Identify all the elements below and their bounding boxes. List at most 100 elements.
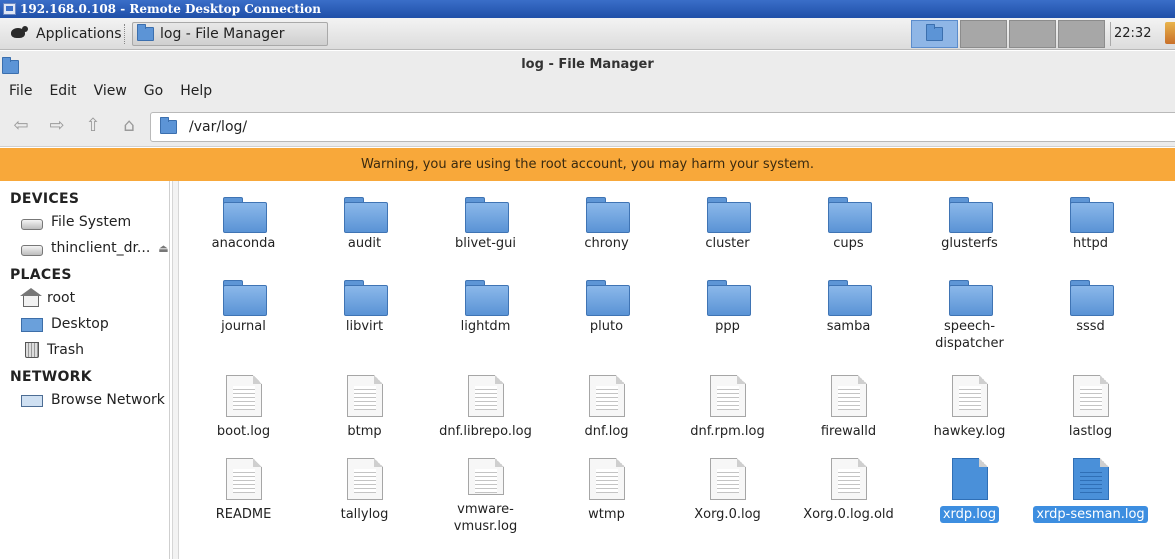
- sidebar: DEVICES File System thinclient_dr... ⏏ P…: [0, 181, 170, 559]
- sidebar-item-trash[interactable]: Trash: [0, 337, 169, 363]
- text-file-icon: [830, 458, 867, 500]
- location-bar[interactable]: /var/log/: [150, 112, 1175, 142]
- file-item[interactable]: Xorg.0.log: [667, 452, 788, 535]
- menu-go[interactable]: Go: [144, 83, 163, 99]
- folder-icon: [464, 197, 509, 233]
- file-item[interactable]: xrdp.log: [909, 452, 1030, 535]
- file-item[interactable]: lastlog: [1030, 369, 1151, 452]
- rdp-title: 192.168.0.108 - Remote Desktop Connectio…: [20, 2, 322, 16]
- window-title-bar: log - File Manager: [0, 51, 1175, 79]
- file-item[interactable]: wtmp: [546, 452, 667, 535]
- file-name-label: journal: [221, 319, 266, 334]
- file-name-label: speech-dispatcher: [935, 319, 1004, 351]
- file-name-label: xrdp.log: [939, 506, 1000, 523]
- top-panel: Applications log - File Manager 22:32: [0, 18, 1175, 50]
- xfce-mouse-icon: [8, 25, 30, 43]
- text-file-icon: [225, 375, 262, 417]
- sidebar-item-desktop[interactable]: Desktop: [0, 311, 169, 337]
- folder-item[interactable]: httpd: [1030, 186, 1151, 269]
- up-arrow-icon[interactable]: ⇧: [81, 114, 105, 138]
- file-item[interactable]: xrdp-sesman.log: [1030, 452, 1151, 535]
- file-name-label: dnf.log: [584, 424, 629, 439]
- toolbar: ⇦ ⇨ ⇧ ⌂ /var/log/: [0, 103, 1175, 147]
- remote-desktop-icon: [3, 3, 16, 15]
- folder-item[interactable]: chrony: [546, 186, 667, 269]
- text-file-icon: [709, 458, 746, 500]
- file-item[interactable]: README: [183, 452, 304, 535]
- home-icon[interactable]: ⌂: [117, 114, 141, 138]
- workspace-4[interactable]: [1058, 20, 1105, 48]
- file-item[interactable]: dnf.librepo.log: [425, 369, 546, 452]
- folder-item[interactable]: anaconda: [183, 186, 304, 269]
- taskbar-window-button[interactable]: log - File Manager: [132, 22, 328, 46]
- file-item[interactable]: btmp: [304, 369, 425, 452]
- file-name-label: cluster: [705, 236, 750, 251]
- file-name-label: audit: [347, 236, 382, 251]
- folder-item[interactable]: samba: [788, 269, 909, 369]
- location-path: /var/log/: [189, 119, 248, 135]
- file-name-label: xrdp-sesman.log: [1033, 506, 1148, 523]
- menu-bar: File Edit View Go Help: [0, 79, 1175, 103]
- file-item[interactable]: Xorg.0.log.old: [788, 452, 909, 535]
- applications-menu-button[interactable]: Applications: [4, 22, 126, 46]
- folder-item[interactable]: pluto: [546, 269, 667, 369]
- file-name-label: dnf.rpm.log: [690, 424, 765, 439]
- folder-item[interactable]: lightdm: [425, 269, 546, 369]
- folder-item[interactable]: cups: [788, 186, 909, 269]
- folder-icon: [1069, 280, 1114, 316]
- menu-help[interactable]: Help: [180, 83, 212, 99]
- folder-icon: [827, 197, 872, 233]
- forward-arrow-icon[interactable]: ⇨: [45, 114, 69, 138]
- sidebar-item-file-system[interactable]: File System: [0, 209, 169, 235]
- folder-item[interactable]: speech-dispatcher: [909, 269, 1030, 369]
- panel-clock[interactable]: 22:32: [1114, 18, 1151, 50]
- folder-icon: [1069, 197, 1114, 233]
- file-item[interactable]: boot.log: [183, 369, 304, 452]
- file-item[interactable]: firewalld: [788, 369, 909, 452]
- file-item[interactable]: vmware-vmusr.log: [425, 452, 546, 535]
- menu-file[interactable]: File: [9, 83, 32, 99]
- folder-item[interactable]: libvirt: [304, 269, 425, 369]
- file-name-label: tallylog: [340, 507, 389, 522]
- back-arrow-icon[interactable]: ⇦: [9, 114, 33, 138]
- desktop-icon: [21, 318, 43, 332]
- folder-item[interactable]: glusterfs: [909, 186, 1030, 269]
- folder-icon: [706, 280, 751, 316]
- file-name-label: sssd: [1076, 319, 1105, 334]
- folder-item[interactable]: sssd: [1030, 269, 1151, 369]
- workspace-3[interactable]: [1009, 20, 1056, 48]
- workspace-2[interactable]: [960, 20, 1007, 48]
- sidebar-item-label: Browse Network: [51, 392, 165, 408]
- folder-icon: [585, 197, 630, 233]
- folder-item[interactable]: audit: [304, 186, 425, 269]
- file-icon-view: anaconda audit blivet-gui chrony cluster cups…: [183, 186, 1175, 535]
- file-item[interactable]: tallylog: [304, 452, 425, 535]
- file-item[interactable]: dnf.log: [546, 369, 667, 452]
- file-name-label: dnf.librepo.log: [439, 424, 532, 439]
- folder-item[interactable]: journal: [183, 269, 304, 369]
- sidebar-item-thinclient-drives[interactable]: thinclient_dr... ⏏: [0, 235, 169, 261]
- file-name-label: cups: [833, 236, 864, 251]
- folder-icon: [2, 57, 22, 74]
- file-name-label: btmp: [347, 424, 382, 439]
- eject-icon[interactable]: ⏏: [158, 242, 168, 255]
- file-item[interactable]: hawkey.log: [909, 369, 1030, 452]
- sidebar-item-label: Trash: [47, 342, 84, 358]
- sidebar-splitter[interactable]: [172, 181, 179, 559]
- file-item[interactable]: dnf.rpm.log: [667, 369, 788, 452]
- sidebar-item-root[interactable]: root: [0, 285, 169, 311]
- text-file-icon: [588, 375, 625, 417]
- file-name-label: pluto: [589, 319, 624, 334]
- file-name-label: httpd: [1073, 236, 1108, 251]
- folder-item[interactable]: blivet-gui: [425, 186, 546, 269]
- menu-view[interactable]: View: [94, 83, 127, 99]
- root-warning-bar: Warning, you are using the root account,…: [0, 148, 1175, 181]
- folder-item[interactable]: ppp: [667, 269, 788, 369]
- tray-app-icon[interactable]: [1165, 22, 1175, 44]
- workspace-1[interactable]: [911, 20, 958, 48]
- folder-item[interactable]: cluster: [667, 186, 788, 269]
- sidebar-item-browse-network[interactable]: Browse Network: [0, 387, 169, 413]
- text-file-icon: [225, 458, 262, 500]
- menu-edit[interactable]: Edit: [49, 83, 76, 99]
- root-warning-text: Warning, you are using the root account,…: [361, 157, 814, 172]
